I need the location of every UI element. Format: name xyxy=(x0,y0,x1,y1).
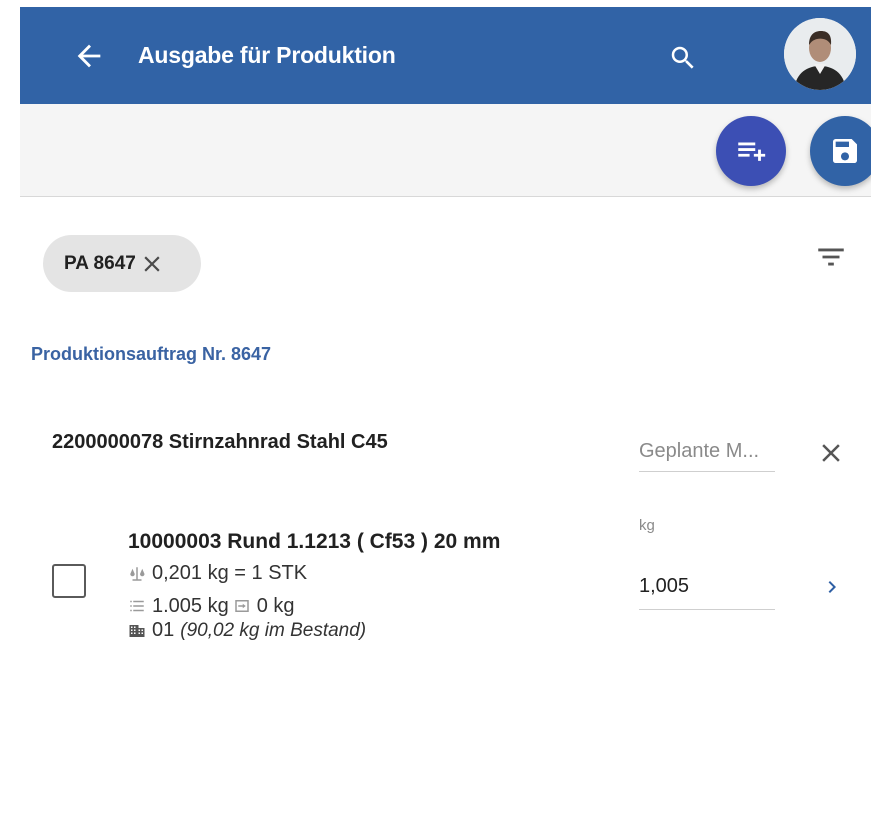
scale-icon xyxy=(130,566,145,581)
add-position-button[interactable] xyxy=(716,116,786,186)
action-toolbar xyxy=(20,104,871,197)
item-checkbox[interactable] xyxy=(52,564,86,598)
issued-quantity: 0 kg xyxy=(256,596,295,616)
filter-chip-label: PA 8647 xyxy=(64,252,136,274)
warehouse-icon xyxy=(129,624,145,637)
warehouse-row: 01 (90,02 kg im Bestand) xyxy=(128,619,366,642)
warehouse-code: 01 xyxy=(152,619,175,641)
avatar[interactable] xyxy=(784,18,856,90)
save-button[interactable] xyxy=(810,116,871,186)
arrow-left-icon[interactable] xyxy=(72,39,106,73)
quantities-row: 1.005 kg 0 kg xyxy=(128,596,295,616)
quantity-input[interactable] xyxy=(639,564,775,610)
playlist-add-icon xyxy=(738,142,766,161)
close-icon[interactable] xyxy=(139,251,165,277)
stock-note: (90,02 kg im Bestand) xyxy=(180,619,367,641)
filter-chip[interactable]: PA 8647 xyxy=(43,235,201,292)
page: Ausgabe für Produktion PA 8647 Produktio… xyxy=(0,0,871,838)
close-icon[interactable] xyxy=(816,438,846,468)
page-title: Ausgabe für Produktion xyxy=(138,42,396,68)
conversion-text: 0,201 kg = 1 STK xyxy=(152,562,308,584)
search-icon[interactable] xyxy=(668,43,698,73)
required-quantity: 1.005 kg xyxy=(152,596,229,616)
app-bar: Ausgabe für Produktion xyxy=(20,7,871,104)
chevron-right-icon[interactable] xyxy=(820,575,844,599)
conversion-row: 0,201 kg = 1 STK xyxy=(128,562,307,585)
save-icon xyxy=(833,139,857,163)
filter-list-icon[interactable] xyxy=(814,240,848,274)
product-title: 2200000078 Stirnzahnrad Stahl C45 xyxy=(52,431,388,453)
item-title: 10000003 Rund 1.1213 ( Cf53 ) 20 mm xyxy=(128,530,501,553)
unit-label: kg xyxy=(639,517,655,534)
issued-icon xyxy=(234,600,249,612)
user-avatar-icon xyxy=(784,18,856,90)
list-icon xyxy=(130,600,144,612)
planned-quantity-field[interactable]: Geplante M... xyxy=(639,434,775,472)
order-heading: Produktionsauftrag Nr. 8647 xyxy=(31,344,272,364)
